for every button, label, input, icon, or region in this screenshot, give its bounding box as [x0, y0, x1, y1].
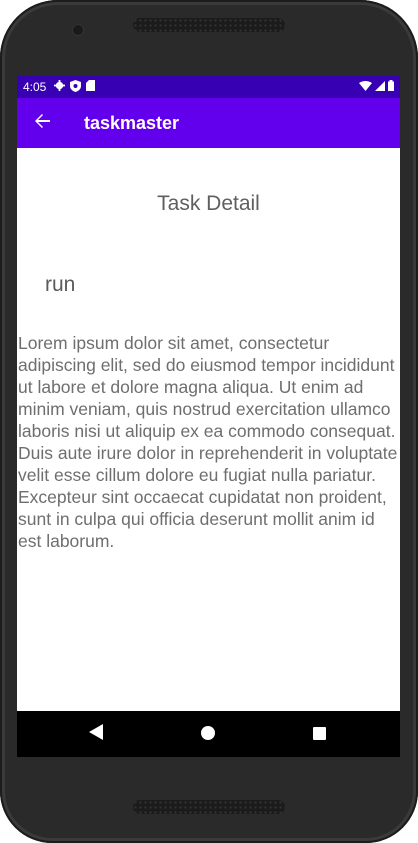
recents-square-icon	[312, 725, 326, 744]
status-right-icons	[359, 80, 394, 94]
app-title: taskmaster	[84, 112, 180, 133]
screen: 4:05 taskmaster Task Detail run Lorem ip…	[17, 76, 400, 757]
signal-icon	[375, 80, 385, 94]
back-button[interactable]	[17, 98, 67, 148]
arrow-back-icon	[34, 113, 50, 133]
nav-home-button[interactable]	[185, 711, 231, 757]
settings-icon	[54, 80, 66, 94]
battery-icon	[388, 80, 394, 94]
status-time: 4:05	[23, 80, 47, 94]
device-frame: 4:05 taskmaster Task Detail run Lorem ip…	[0, 0, 418, 843]
home-circle-icon	[201, 725, 215, 744]
task-title: run	[45, 273, 76, 296]
system-nav-bar	[17, 711, 400, 757]
status-bar: 4:05	[17, 76, 400, 98]
page-heading: Task Detail	[157, 192, 260, 215]
sd-card-icon	[86, 80, 96, 94]
task-body: Lorem ipsum dolor sit amet, consectetur …	[18, 333, 398, 551]
wifi-icon	[359, 80, 372, 94]
bottom-speaker	[133, 800, 285, 814]
top-speaker	[133, 18, 285, 32]
shield-icon	[70, 79, 82, 95]
back-triangle-icon	[89, 724, 103, 744]
front-camera	[73, 25, 83, 35]
app-bar: taskmaster	[17, 98, 400, 148]
nav-recents-button[interactable]	[296, 711, 342, 757]
nav-back-button[interactable]	[73, 711, 119, 757]
